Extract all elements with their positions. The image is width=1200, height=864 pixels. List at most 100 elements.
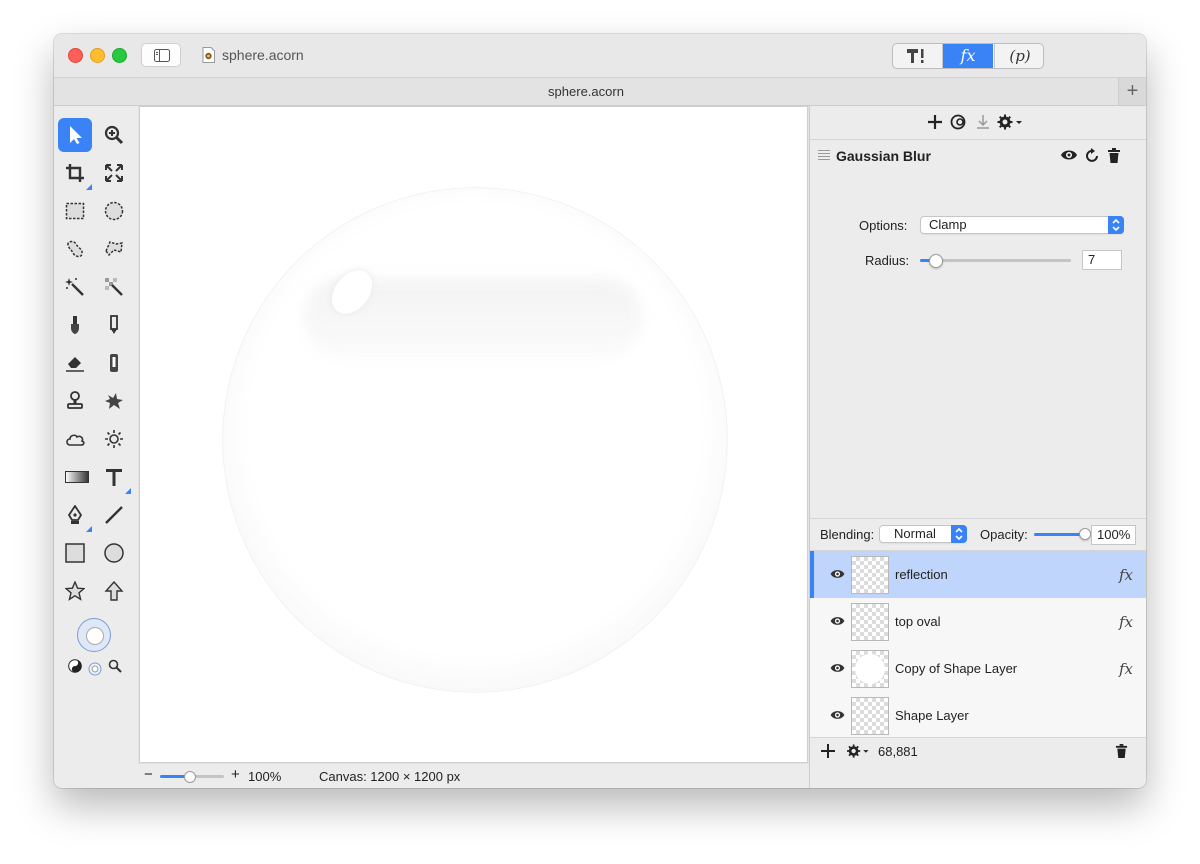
- swap-colors-icon[interactable]: [68, 659, 82, 673]
- radius-slider-knob[interactable]: [929, 254, 943, 268]
- layer-fx-badge[interactable]: fx: [1119, 566, 1133, 584]
- eye-icon[interactable]: [1060, 148, 1078, 162]
- magic-wand-tool[interactable]: [58, 270, 92, 304]
- new-tab-button[interactable]: +: [1118, 78, 1146, 105]
- zoom-out-button[interactable]: −: [144, 766, 153, 783]
- trash-icon[interactable]: [1107, 148, 1121, 163]
- layer-row[interactable]: Copy of Shape Layer fx: [810, 645, 1146, 692]
- pen-nib-icon: [67, 505, 83, 524]
- transform-tool[interactable]: [97, 156, 131, 190]
- filter-toolbar: [810, 106, 1146, 140]
- ellipse-icon: [104, 543, 124, 563]
- eye-icon[interactable]: [829, 709, 846, 721]
- tool-palette: [54, 106, 138, 788]
- blending-mode-select[interactable]: Normal: [879, 525, 967, 543]
- crop-tool[interactable]: [58, 156, 92, 190]
- minimize-window-button[interactable]: [90, 48, 105, 63]
- select-chevron-icon: [1108, 216, 1124, 234]
- magnifier-icon[interactable]: [108, 659, 122, 673]
- layer-row[interactable]: reflection fx: [810, 551, 1146, 598]
- gradient-tool[interactable]: [58, 460, 92, 494]
- properties-inspector-tab[interactable]: (p): [994, 44, 1043, 68]
- gear-menu-icon[interactable]: [997, 114, 1023, 130]
- zoom-in-button[interactable]: +: [231, 766, 240, 783]
- opacity-label: Opacity:: [980, 527, 1028, 542]
- polygon-lasso-tool[interactable]: [97, 232, 131, 266]
- pencil-tool[interactable]: [97, 308, 131, 342]
- drag-handle-icon[interactable]: [818, 150, 830, 162]
- brush-tool[interactable]: [58, 308, 92, 342]
- rect-select-tool[interactable]: [58, 194, 92, 228]
- fill-tool[interactable]: [97, 346, 131, 380]
- shadow-filter-icon[interactable]: [950, 114, 967, 130]
- opacity-slider-knob[interactable]: [1079, 528, 1091, 540]
- layer-fx-badge[interactable]: fx: [1119, 660, 1133, 678]
- smudge-tool[interactable]: [97, 384, 131, 418]
- color-target-icon[interactable]: [88, 662, 102, 676]
- stamp-icon: [67, 391, 83, 409]
- zoom-window-button[interactable]: [112, 48, 127, 63]
- eraser-tool[interactable]: [58, 346, 92, 380]
- app-window: sphere.acorn fx (p) sphere.acorn + − + 1…: [54, 34, 1146, 788]
- rectangle-tool[interactable]: [58, 536, 92, 570]
- clone-tool[interactable]: [58, 384, 92, 418]
- radius-label: Radius:: [865, 253, 910, 268]
- layer-row[interactable]: Shape Layer: [810, 692, 1146, 739]
- ellipse-select-tool[interactable]: [97, 194, 131, 228]
- rect-marquee-icon: [65, 202, 85, 220]
- document-icon: [202, 47, 215, 63]
- zoom-tool[interactable]: [97, 118, 131, 152]
- options-select[interactable]: Clamp: [920, 216, 1124, 234]
- line-icon: [105, 506, 123, 524]
- document-tab[interactable]: sphere.acorn: [54, 84, 1118, 99]
- color-select-tool[interactable]: [97, 270, 131, 304]
- up-arrow-icon: [104, 581, 124, 601]
- layer-fx-badge[interactable]: fx: [1119, 613, 1133, 631]
- hammer-icon: [906, 49, 923, 63]
- add-filter-icon[interactable]: [927, 114, 943, 130]
- color-wand-icon: [105, 278, 123, 296]
- opacity-input[interactable]: 100%: [1091, 525, 1136, 545]
- layer-thumbnail: [851, 603, 889, 641]
- line-tool[interactable]: [97, 498, 131, 532]
- zoom-slider-knob[interactable]: [184, 771, 196, 783]
- layer-name: Shape Layer: [895, 708, 969, 723]
- eye-icon[interactable]: [829, 568, 846, 580]
- layer-thumbnail: [851, 650, 889, 688]
- options-value: Clamp: [929, 217, 967, 232]
- layer-name: Copy of Shape Layer: [895, 661, 1018, 676]
- splat-icon: [105, 393, 123, 409]
- canvas-size-label: Canvas: 1200 × 1200 px: [319, 769, 461, 784]
- close-window-button[interactable]: [68, 48, 83, 63]
- eye-icon[interactable]: [829, 615, 846, 627]
- layer-row[interactable]: top oval fx: [810, 598, 1146, 645]
- fx-inspector-tab[interactable]: fx: [943, 44, 993, 68]
- apply-filter-icon[interactable]: [976, 114, 990, 130]
- sun-icon: [105, 430, 123, 448]
- star-tool[interactable]: [58, 574, 92, 608]
- polygon-lasso-icon: [105, 241, 123, 257]
- tools-inspector-tab[interactable]: [893, 44, 943, 68]
- text-t-icon: [106, 469, 122, 486]
- burn-tool[interactable]: [58, 422, 92, 456]
- gear-menu-icon[interactable]: [845, 744, 871, 758]
- rectangle-icon: [65, 543, 85, 563]
- canvas-area: [138, 106, 809, 764]
- select-tool[interactable]: [58, 118, 92, 152]
- color-well[interactable]: [77, 618, 111, 652]
- pen-tool[interactable]: [58, 498, 92, 532]
- add-layer-icon[interactable]: [821, 744, 835, 758]
- radius-input[interactable]: 7: [1082, 250, 1122, 270]
- image-canvas[interactable]: [139, 106, 808, 763]
- sidebar-toggle-button[interactable]: [141, 43, 181, 67]
- reset-icon[interactable]: [1086, 148, 1100, 164]
- delete-layer-icon[interactable]: [1115, 744, 1128, 758]
- text-tool[interactable]: [97, 460, 131, 494]
- arrow-shape-tool[interactable]: [97, 574, 131, 608]
- dodge-tool[interactable]: [97, 422, 131, 456]
- filter-header: Gaussian Blur: [810, 140, 1146, 168]
- eye-icon[interactable]: [829, 662, 846, 674]
- ellipse-tool[interactable]: [97, 536, 131, 570]
- sphere-shape: [223, 188, 727, 692]
- lasso-tool[interactable]: [58, 232, 92, 266]
